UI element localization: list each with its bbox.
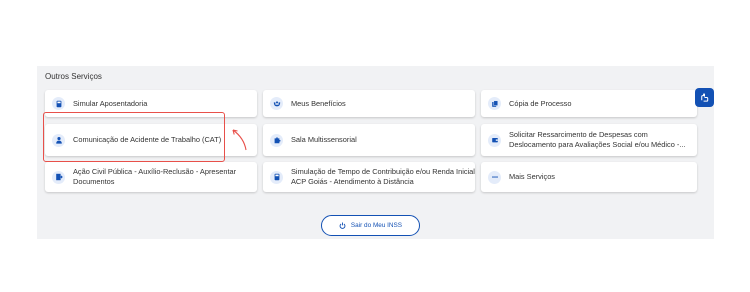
card-simulacao-tempo-contribuicao[interactable]: Simulação de Tempo de Contribuição e/ou … xyxy=(263,162,475,192)
card-label: Cópia de Processo xyxy=(509,98,572,108)
annotation-highlight-box xyxy=(43,112,225,162)
card-label: Simulação de Tempo de Contribuição e/ou … xyxy=(291,167,475,186)
card-label: Simular Aposentadoria xyxy=(73,98,148,108)
puzzle-icon xyxy=(270,133,283,147)
sign-language-button[interactable] xyxy=(695,88,714,107)
card-label: Solicitar Ressarcimento de Despesas com … xyxy=(509,130,686,149)
hands-icon xyxy=(270,97,283,110)
more-dots-icon xyxy=(488,170,501,184)
copy-document-icon xyxy=(488,97,501,110)
card-solicitar-ressarcimento[interactable]: Solicitar Ressarcimento de Despesas com … xyxy=(481,124,697,156)
annotation-arrow xyxy=(232,129,247,151)
logout-label: Sair do Meu INSS xyxy=(350,222,403,229)
wallet-icon xyxy=(488,133,501,147)
calculator-icon xyxy=(270,170,283,184)
card-label: Meus Benefícios xyxy=(291,98,346,108)
section-title: Outros Serviços xyxy=(45,72,102,81)
power-icon xyxy=(339,222,346,229)
calculator-icon xyxy=(52,97,65,110)
card-label: Mais Serviços xyxy=(509,172,555,181)
card-acao-civil-publica[interactable]: Ação Civil Pública - Auxílio-Reclusão - … xyxy=(45,162,257,192)
card-meus-beneficios[interactable]: Meus Benefícios xyxy=(263,90,475,117)
document-arrow-icon xyxy=(52,170,65,184)
card-copia-de-processo[interactable]: Cópia de Processo xyxy=(481,90,697,117)
card-label: Ação Civil Pública - Auxílio-Reclusão - … xyxy=(73,167,237,186)
card-label: Sala Multissensorial xyxy=(291,135,357,144)
sign-language-icon xyxy=(701,93,709,102)
logout-button[interactable]: Sair do Meu INSS xyxy=(321,215,420,236)
card-sala-multissensorial[interactable]: Sala Multissensorial xyxy=(263,124,475,156)
card-mais-servicos[interactable]: Mais Serviços xyxy=(481,162,697,192)
